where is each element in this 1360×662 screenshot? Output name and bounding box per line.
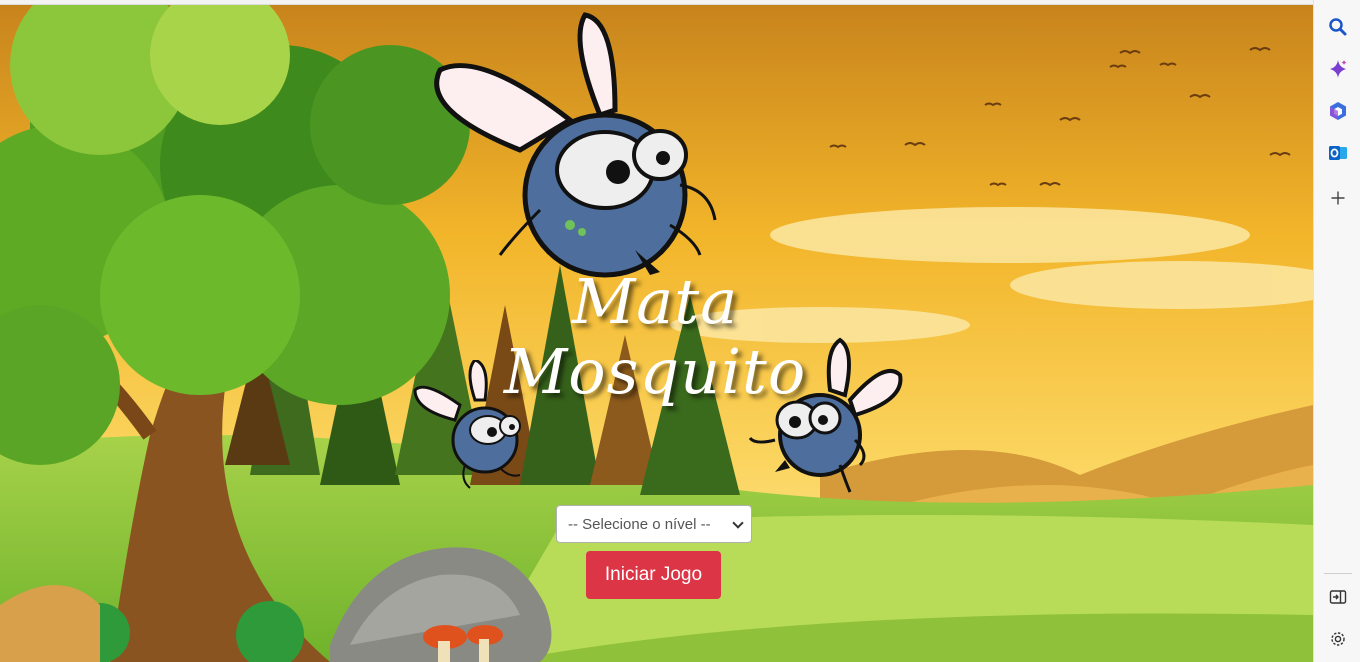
browser-sidebar <box>1313 0 1360 662</box>
copilot-icon[interactable] <box>1326 57 1350 81</box>
add-icon[interactable] <box>1326 186 1350 210</box>
office-icon[interactable] <box>1326 99 1350 123</box>
split-screen-icon[interactable] <box>1326 585 1350 609</box>
mosquito-large <box>434 12 717 278</box>
chevron-down-icon <box>732 517 744 529</box>
sidebar-divider <box>1324 573 1352 574</box>
level-select-value: -- Selecione o nível -- <box>568 515 711 533</box>
search-icon[interactable] <box>1326 15 1350 39</box>
outlook-icon[interactable] <box>1326 141 1350 165</box>
game-title: Mata Mosquito <box>470 267 840 407</box>
game-title-line-1: Mata <box>571 265 739 338</box>
start-game-button[interactable]: Iniciar Jogo <box>586 551 721 599</box>
game-screen: Mata Mosquito -- Selecione o nível -- In… <box>0 5 1313 662</box>
settings-gear-icon[interactable] <box>1326 627 1350 651</box>
level-select[interactable]: -- Selecione o nível -- <box>556 505 752 543</box>
game-title-line-2: Mosquito <box>503 335 807 408</box>
